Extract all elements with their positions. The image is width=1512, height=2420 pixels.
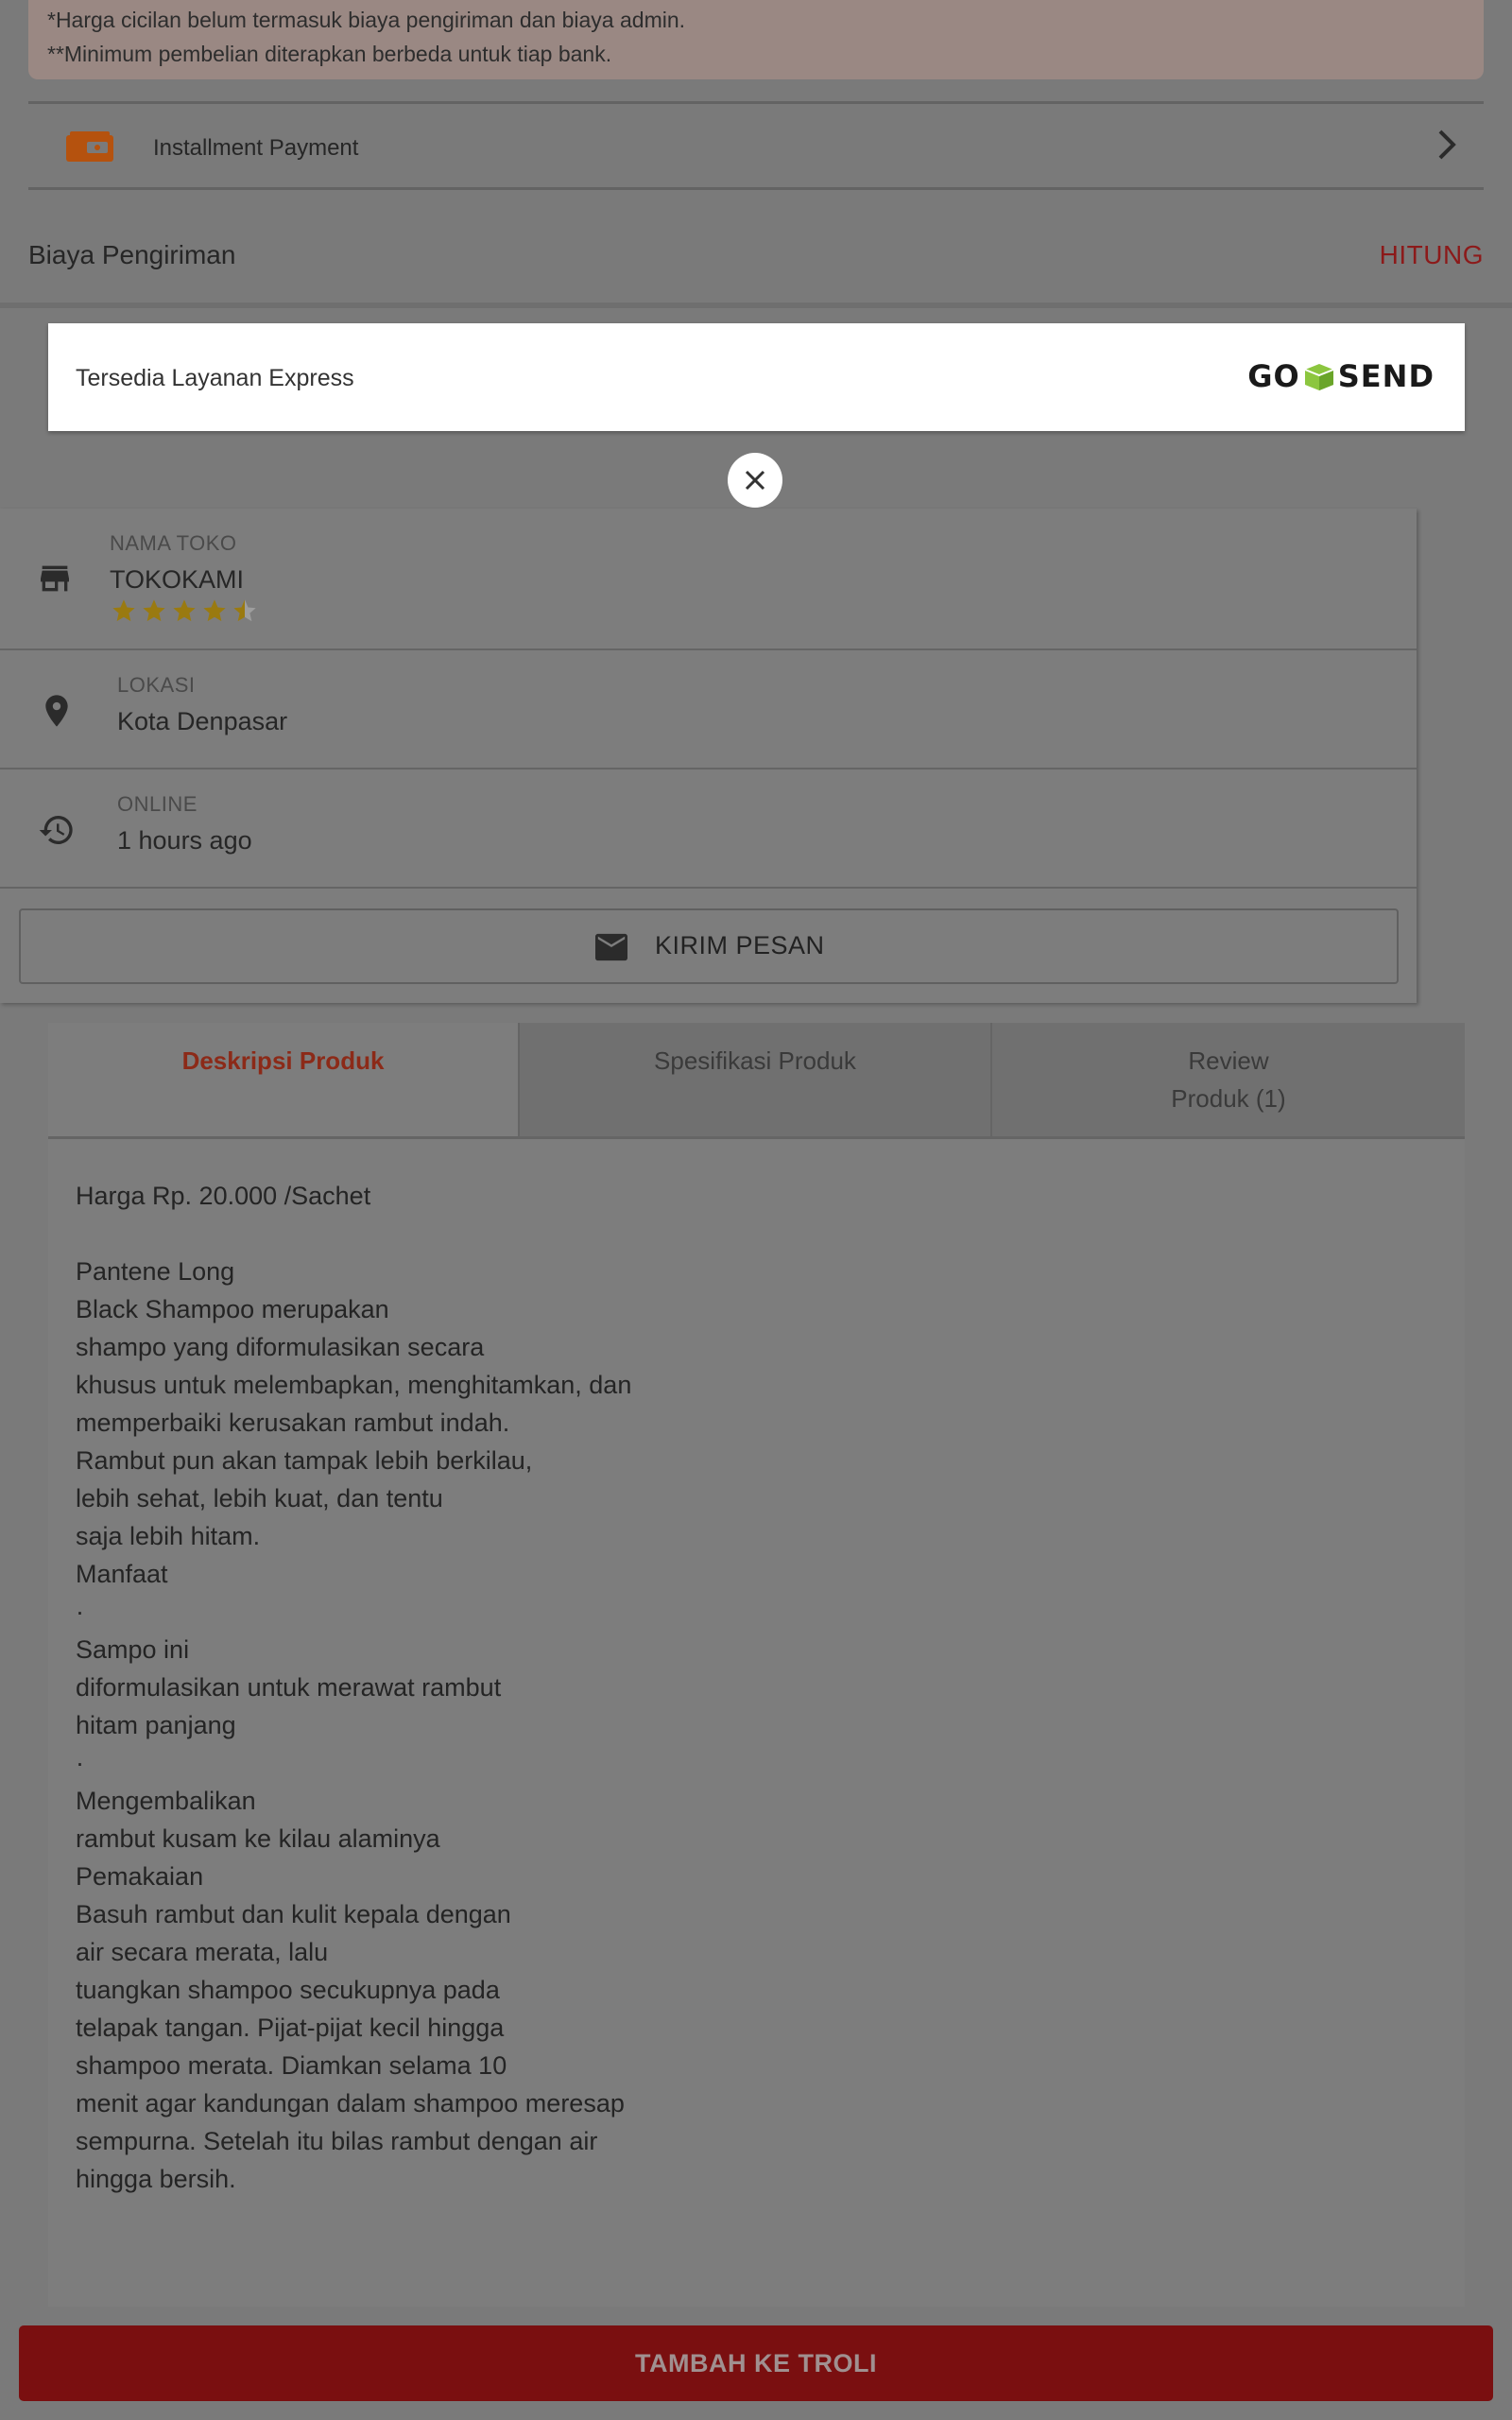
section-shadow bbox=[0, 302, 1512, 308]
description-line: Rambut pun akan tampak lebih berkilau, bbox=[76, 1446, 533, 1475]
description-line: telapak tangan. Pijat-pijat kecil hingga bbox=[76, 2014, 505, 2042]
shop-location: Kota Denpasar bbox=[117, 707, 288, 735]
description-line: Harga Rp. 20.000 /Sachet bbox=[76, 1182, 371, 1210]
product-tabs: Deskripsi Produk Spesifikasi Produk Revi… bbox=[48, 1023, 1465, 1138]
description-line: diformulasikan untuk merawat rambut bbox=[76, 1673, 502, 1702]
description-line: Basuh rambut dan kulit kepala dengan bbox=[76, 1900, 511, 1928]
location-caption: LOKASI bbox=[117, 673, 196, 697]
online-caption: ONLINE bbox=[117, 792, 198, 816]
shop-rating bbox=[110, 597, 259, 624]
installment-payment-label: Installment Payment bbox=[153, 135, 359, 161]
description-panel: Harga Rp. 20.000 /Sachet Pantene Long Blac… bbox=[48, 1139, 1465, 2359]
gosend-box-icon bbox=[1304, 364, 1334, 390]
description-line: menit agar kandungan dalam shampoo meres… bbox=[76, 2089, 625, 2118]
description-line: Black Shampoo merupakan bbox=[76, 1295, 389, 1323]
description-line bbox=[76, 1215, 631, 1253]
description-line: rambut kusam ke kilau alaminya bbox=[76, 1824, 440, 1853]
description-line: · bbox=[76, 1749, 84, 1777]
tab-description[interactable]: Deskripsi Produk bbox=[48, 1023, 518, 1136]
shop-location-row: LOKASI Kota Denpasar bbox=[0, 650, 1417, 769]
description-line: tuangkan shampoo secukupnya pada bbox=[76, 1976, 500, 2004]
location-pin-icon bbox=[45, 695, 68, 727]
description-line: khusus untuk melembapkan, menghitamkan, … bbox=[76, 1371, 632, 1399]
history-icon bbox=[39, 816, 73, 844]
tab-specification[interactable]: Spesifikasi Produk bbox=[518, 1023, 990, 1136]
gosend-logo: GO SEND bbox=[1247, 357, 1435, 395]
description-line: · bbox=[76, 1598, 84, 1626]
tab-review-label-line-2: Produk (1) bbox=[1171, 1084, 1286, 1113]
send-message-button[interactable]: KIRIM PESAN bbox=[19, 908, 1399, 984]
divider bbox=[28, 101, 1484, 104]
description-line: hingga bersih. bbox=[76, 2165, 236, 2193]
description-line: Manfaat bbox=[76, 1560, 168, 1588]
gosend-logo-text-left: GO bbox=[1247, 358, 1300, 394]
description-line: Pemakaian bbox=[76, 1862, 204, 1891]
express-service-text: Tersedia Layanan Express bbox=[76, 365, 354, 391]
description-line: memperbaiki kerusakan rambut indah. bbox=[76, 1409, 510, 1437]
installment-note-line-2: **Minimum pembelian diterapkan berbeda u… bbox=[47, 42, 612, 66]
divider bbox=[28, 187, 1484, 190]
gosend-logo-text-right: SEND bbox=[1337, 358, 1435, 394]
description-line: air secara merata, lalu bbox=[76, 1938, 329, 1966]
close-icon bbox=[745, 470, 765, 491]
installment-payment-row[interactable]: Installment Payment bbox=[28, 105, 1484, 188]
shop-name-row[interactable]: NAMA TOKO TOKOKAMI bbox=[0, 509, 1417, 650]
product-description: Harga Rp. 20.000 /Sachet Pantene Long Blac… bbox=[76, 1177, 631, 2198]
shop-name-caption: NAMA TOKO bbox=[110, 531, 237, 555]
tab-specification-label: Spesifikasi Produk bbox=[654, 1046, 856, 1075]
installment-note: *Harga cicilan belum termasuk biaya peng… bbox=[28, 0, 1484, 79]
tab-review-label-line-1: Review bbox=[1188, 1046, 1269, 1075]
add-to-cart-label: TAMBAH KE TROLI bbox=[635, 2348, 877, 2377]
description-line: sempurna. Setelah itu bilas rambut denga… bbox=[76, 2127, 598, 2155]
express-service-popup: Tersedia Layanan Express GO SEND bbox=[48, 323, 1465, 431]
chevron-right-icon bbox=[1438, 130, 1456, 160]
wallet-icon bbox=[66, 131, 113, 162]
add-to-cart-button[interactable]: TAMBAH KE TROLI bbox=[19, 2325, 1493, 2401]
star-full-icon bbox=[173, 599, 196, 622]
shop-info-card: NAMA TOKO TOKOKAMI LOKASI Kota Denpasar … bbox=[0, 509, 1417, 1003]
shop-name: TOKOKAMI bbox=[110, 565, 245, 594]
shop-online-row: ONLINE 1 hours ago bbox=[0, 769, 1417, 889]
description-line: shampo yang diformulasikan secara bbox=[76, 1333, 485, 1361]
shipping-cost-label: Biaya Pengiriman bbox=[28, 240, 236, 269]
star-full-icon bbox=[203, 599, 226, 622]
shop-last-online: 1 hours ago bbox=[117, 826, 252, 855]
calculate-shipping-link[interactable]: HITUNG bbox=[1380, 240, 1484, 270]
mail-icon bbox=[595, 933, 627, 961]
description-line: Sampo ini bbox=[76, 1635, 190, 1664]
star-full-icon bbox=[143, 599, 165, 622]
installment-note-line-1: *Harga cicilan belum termasuk biaya peng… bbox=[47, 8, 686, 32]
description-line: shampoo merata. Diamkan selama 10 bbox=[76, 2051, 507, 2080]
tab-review[interactable]: Review Produk (1) bbox=[990, 1023, 1465, 1136]
description-line: Mengembalikan bbox=[76, 1787, 256, 1815]
description-line: Pantene Long bbox=[76, 1257, 235, 1286]
close-popup-button[interactable] bbox=[728, 453, 782, 508]
tab-description-label: Deskripsi Produk bbox=[181, 1046, 385, 1075]
store-icon bbox=[41, 565, 69, 592]
star-full-icon bbox=[112, 599, 135, 622]
description-line: saja lebih hitam. bbox=[76, 1522, 261, 1550]
description-line: hitam panjang bbox=[76, 1711, 236, 1739]
description-line: lebih sehat, lebih kuat, dan tentu bbox=[76, 1484, 443, 1512]
send-message-label: KIRIM PESAN bbox=[655, 931, 825, 959]
star-half-icon bbox=[233, 599, 256, 622]
